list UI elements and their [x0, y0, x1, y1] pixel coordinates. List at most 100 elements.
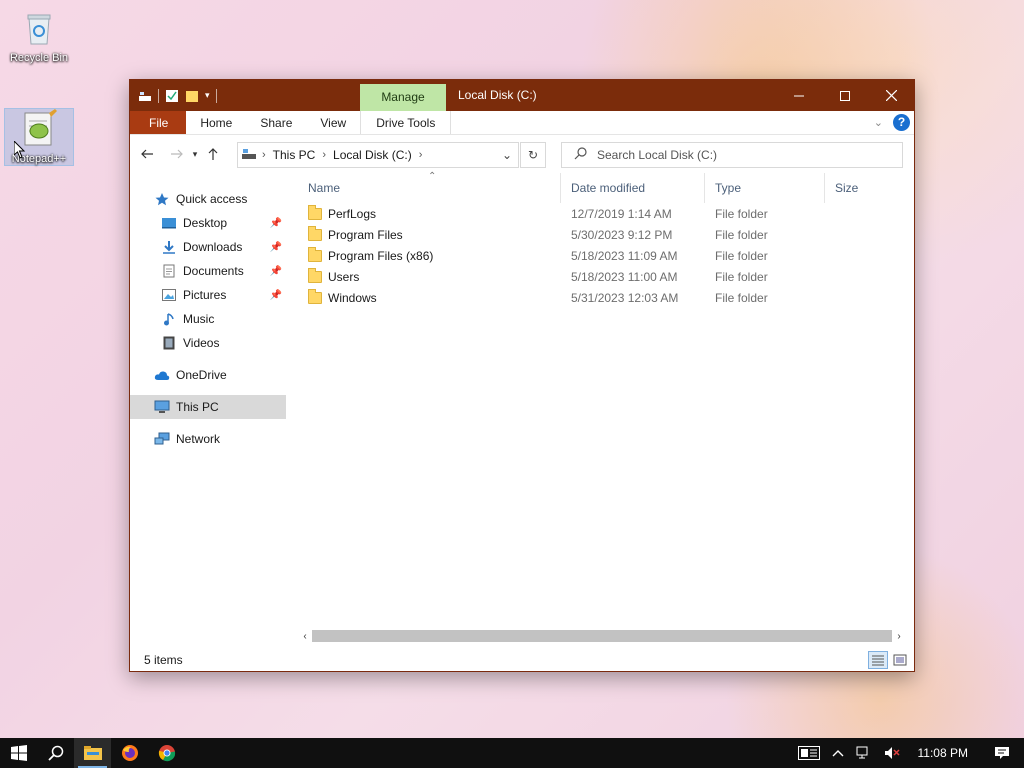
file-explorer-taskbar-icon[interactable]: [74, 738, 111, 768]
nav-onedrive[interactable]: OneDrive: [130, 363, 286, 387]
chevron-right-icon[interactable]: ›: [419, 149, 423, 161]
drive-icon[interactable]: [138, 89, 152, 103]
pin-icon[interactable]: 📌: [270, 218, 282, 229]
nav-network[interactable]: Network: [130, 427, 286, 451]
column-header-date[interactable]: Date modified: [561, 173, 705, 203]
file-date: 12/7/2019 1:14 AM: [571, 206, 672, 221]
pin-icon[interactable]: 📌: [270, 242, 282, 253]
up-button[interactable]: [202, 143, 224, 165]
tab-home[interactable]: Home: [186, 111, 246, 134]
search-input[interactable]: [597, 148, 877, 162]
expand-ribbon-icon[interactable]: ⌄: [874, 116, 883, 129]
nav-music[interactable]: Music: [130, 307, 286, 331]
breadcrumb-local-disk[interactable]: Local Disk (C:): [326, 148, 419, 162]
navigation-pane: Quick access Desktop 📌 Downloads 📌 Docum…: [130, 173, 286, 649]
news-widget-icon[interactable]: [792, 738, 826, 768]
nav-videos[interactable]: Videos: [130, 331, 286, 355]
table-row[interactable]: Program Files (x86) 5/18/2023 11:09 AM F…: [298, 245, 906, 266]
music-icon: [161, 311, 177, 327]
desktop-icon-recycle-bin[interactable]: Recycle Bin: [4, 8, 74, 64]
large-icons-view-button[interactable]: [890, 651, 910, 669]
taskbar: 11:08 PM: [0, 738, 1024, 768]
recent-locations-button[interactable]: ▾: [188, 143, 202, 165]
search-box[interactable]: [561, 142, 903, 168]
nav-quick-access[interactable]: Quick access: [130, 187, 286, 211]
minimize-button[interactable]: [776, 80, 822, 111]
file-type: File folder: [715, 290, 768, 305]
status-bar: 5 items: [130, 649, 914, 671]
network-status-icon[interactable]: [850, 738, 878, 768]
scroll-thumb[interactable]: [312, 630, 892, 642]
table-row[interactable]: PerfLogs 12/7/2019 1:14 AM File folder: [298, 203, 906, 224]
column-header-size[interactable]: Size: [825, 173, 905, 203]
nav-desktop[interactable]: Desktop 📌: [130, 211, 286, 235]
horizontal-scrollbar[interactable]: ‹ ›: [298, 629, 906, 643]
file-date: 5/31/2023 12:03 AM: [571, 290, 679, 305]
close-button[interactable]: [868, 80, 914, 111]
nav-label: Documents: [183, 264, 244, 278]
scroll-right-icon[interactable]: ›: [892, 631, 906, 642]
pictures-icon: [161, 287, 177, 303]
start-button[interactable]: [0, 738, 37, 768]
details-view-button[interactable]: [868, 651, 888, 669]
column-header-type[interactable]: Type: [705, 173, 825, 203]
title-bar[interactable]: ▾ Manage Local Disk (C:): [130, 80, 914, 111]
maximize-button[interactable]: [822, 80, 868, 111]
nav-label: OneDrive: [176, 368, 227, 382]
volume-muted-icon[interactable]: [878, 738, 906, 768]
folder-icon: [308, 288, 322, 304]
file-date: 5/18/2023 11:09 AM: [571, 248, 678, 263]
nav-downloads[interactable]: Downloads 📌: [130, 235, 286, 259]
scroll-track[interactable]: [312, 630, 892, 642]
scroll-left-icon[interactable]: ‹: [298, 631, 312, 642]
star-icon: [154, 191, 170, 207]
ribbon-tabs: File Home Share View Drive Tools ⌄ ?: [130, 111, 914, 135]
nav-label: Downloads: [183, 240, 243, 254]
help-button[interactable]: ?: [893, 114, 910, 131]
toolbar-separator: [215, 88, 217, 103]
file-date: 5/18/2023 11:00 AM: [571, 269, 678, 284]
file-type: File folder: [715, 248, 768, 263]
breadcrumb-this-pc[interactable]: This PC: [266, 148, 323, 162]
desktop-icon: [161, 215, 177, 231]
chevron-down-icon[interactable]: ▾: [205, 90, 210, 101]
notifications-icon[interactable]: [980, 738, 1024, 768]
table-row[interactable]: Windows 5/31/2023 12:03 AM File folder: [298, 287, 906, 308]
forward-button[interactable]: [166, 143, 188, 165]
pin-icon[interactable]: 📌: [270, 266, 282, 277]
tab-drive-tools[interactable]: Drive Tools: [360, 111, 452, 134]
chevron-down-icon[interactable]: ⌄: [496, 148, 518, 162]
tab-view[interactable]: View: [306, 111, 360, 134]
nav-label: Desktop: [183, 216, 228, 230]
tab-share[interactable]: Share: [246, 111, 306, 134]
breadcrumb[interactable]: › This PC › Local Disk (C:) › ⌄: [237, 142, 519, 168]
nav-pictures[interactable]: Pictures 📌: [130, 283, 286, 307]
file-date: 5/30/2023 9:12 PM: [571, 227, 673, 242]
file-type: File folder: [715, 206, 768, 221]
desktop-icon-label: Recycle Bin: [9, 52, 69, 64]
refresh-button[interactable]: ↻: [520, 142, 546, 168]
tab-manage[interactable]: Manage: [360, 84, 446, 111]
nav-documents[interactable]: Documents 📌: [130, 259, 286, 283]
folder-icon: [308, 246, 322, 262]
nav-this-pc[interactable]: This PC: [130, 395, 286, 419]
computer-icon: [154, 399, 170, 415]
search-icon[interactable]: [37, 738, 74, 768]
main-content: Quick access Desktop 📌 Downloads 📌 Docum…: [130, 171, 914, 649]
firefox-icon[interactable]: [111, 738, 148, 768]
nav-label: Pictures: [183, 288, 227, 302]
new-folder-icon[interactable]: [185, 89, 199, 103]
chrome-icon[interactable]: [148, 738, 185, 768]
chevron-up-icon[interactable]: [826, 738, 850, 768]
properties-icon[interactable]: [165, 89, 179, 103]
this-pc-small-icon: [242, 148, 256, 163]
table-row[interactable]: Program Files 5/30/2023 9:12 PM File fol…: [298, 224, 906, 245]
column-headers: ⌃ Name Date modified Type Size: [298, 171, 906, 203]
clock[interactable]: 11:08 PM: [906, 738, 980, 768]
back-button[interactable]: [136, 143, 158, 165]
file-name: PerfLogs: [328, 206, 377, 221]
tab-file[interactable]: File: [130, 111, 187, 134]
pin-icon[interactable]: 📌: [270, 290, 282, 301]
nav-label: Videos: [183, 336, 220, 350]
table-row[interactable]: Users 5/18/2023 11:00 AM File folder: [298, 266, 906, 287]
